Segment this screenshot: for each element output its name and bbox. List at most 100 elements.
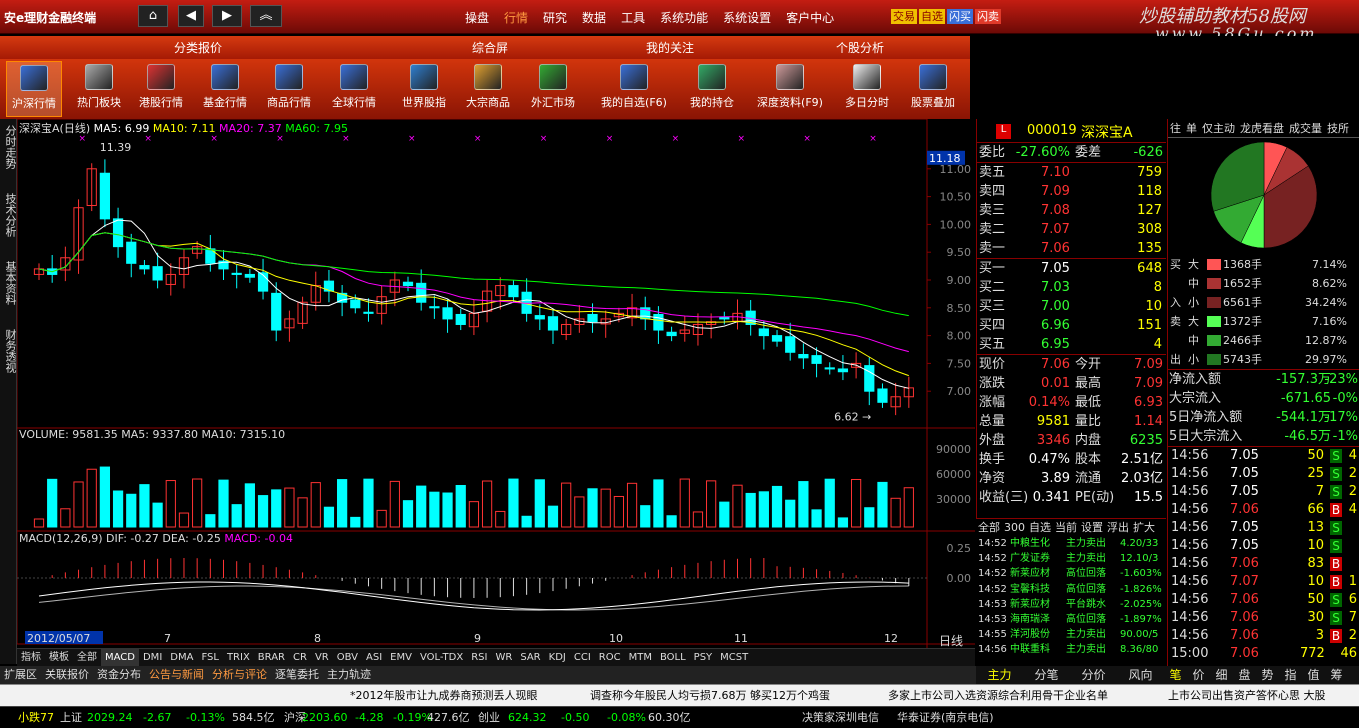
indicator-tab[interactable]: 全部 xyxy=(73,649,101,666)
flash-buy-button[interactable]: 闪买 xyxy=(947,9,973,24)
menu-item-system-functions[interactable]: 系统功能 xyxy=(660,11,708,25)
event-marker[interactable]: × xyxy=(79,134,87,144)
indicator-tab[interactable]: VR xyxy=(311,649,333,666)
quote-bottom-tab[interactable]: 分价 xyxy=(1070,666,1117,684)
indicator-tab[interactable]: VOL-TDX xyxy=(416,649,467,666)
tab-fundamentals[interactable]: 基本资料 xyxy=(2,261,18,323)
bid-row[interactable]: 买一 7.05 648 xyxy=(977,259,1166,278)
bottom-nav-item[interactable]: 扩展区 xyxy=(4,668,37,681)
monitor-row[interactable]: 14:52 中粮生化 主力卖出 4.20/33 xyxy=(976,536,1166,551)
monitor-tab[interactable]: 浮出 xyxy=(1107,521,1129,534)
indicator-tab[interactable]: CCI xyxy=(570,649,595,666)
bottom-nav-item[interactable]: 关联报价 xyxy=(45,668,89,681)
right-bottom-tab[interactable]: 值 xyxy=(1302,666,1325,684)
indicator-tab[interactable]: FSL xyxy=(197,649,223,666)
event-marker[interactable]: × xyxy=(606,134,614,144)
right-bottom-tab[interactable]: 盘 xyxy=(1233,666,1256,684)
monitor-row[interactable]: 14:52 新莱应材 高位回落 -1.603% xyxy=(976,566,1166,581)
ask-row[interactable]: 卖一 7.06 135 xyxy=(977,239,1166,258)
indicator-tab[interactable]: BOLL xyxy=(656,649,690,666)
event-marker[interactable]: × xyxy=(672,134,680,144)
menu-item-quotes[interactable]: 行情 xyxy=(504,11,528,25)
news-item[interactable]: 上市公司出售资产答怀心思 大股 xyxy=(1168,685,1326,706)
menu-item-system-settings[interactable]: 系统设置 xyxy=(723,11,771,25)
ask-row[interactable]: 卖三 7.08 127 xyxy=(977,201,1166,220)
event-marker[interactable]: × xyxy=(737,134,745,144)
indicator-tab[interactable]: SAR xyxy=(516,649,544,666)
category-composite[interactable]: 综合屏 xyxy=(472,39,508,56)
bottom-nav-item[interactable]: 资金分布 xyxy=(97,668,141,681)
flow-tab[interactable]: 龙虎看盘 xyxy=(1240,122,1284,135)
bottom-nav-item[interactable]: 逐笔委托 xyxy=(275,668,319,681)
toolbar-chart-window-4[interactable]: 商品行情 xyxy=(260,61,318,117)
toolbar-currency-8[interactable]: 外汇市场 xyxy=(524,61,582,117)
tab-technical[interactable]: 技术分析 xyxy=(2,193,18,255)
indicator-tab[interactable]: RSI xyxy=(467,649,491,666)
event-marker[interactable]: × xyxy=(474,134,482,144)
toolbar-document-11[interactable]: 深度资料(F9) xyxy=(752,61,828,117)
monitor-tab[interactable]: 全部 xyxy=(978,521,1000,534)
forward-button[interactable]: ▶ xyxy=(212,5,242,27)
event-marker[interactable]: × xyxy=(276,134,284,144)
indicator-tab[interactable]: 模板 xyxy=(45,649,73,666)
up-button[interactable]: ︽ xyxy=(250,5,282,27)
indicator-tab[interactable]: CR xyxy=(289,649,311,666)
event-marker[interactable]: × xyxy=(869,134,877,144)
menu-item-data[interactable]: 数据 xyxy=(582,11,606,25)
indicator-tab[interactable]: MTM xyxy=(625,649,656,666)
monitor-tab[interactable]: 设置 xyxy=(1081,521,1103,534)
ask-row[interactable]: 卖二 7.07 308 xyxy=(977,220,1166,239)
right-bottom-tab[interactable]: 价 xyxy=(1187,666,1210,684)
indicator-tab[interactable]: OBV xyxy=(333,649,362,666)
monitor-row[interactable]: 14:56 中联重科 主力卖出 8.36/80 xyxy=(976,642,1166,657)
bottom-nav-item[interactable]: 主力轨迹 xyxy=(327,668,371,681)
monitor-tab[interactable]: 自选 xyxy=(1029,521,1051,534)
bottom-nav-item[interactable]: 分析与评论 xyxy=(212,668,267,681)
news-item[interactable]: *2012年股市让九成券商预测丢人现眼 xyxy=(350,685,538,706)
bid-row[interactable]: 买三 7.00 10 xyxy=(977,297,1166,316)
monitor-tab[interactable]: 300 xyxy=(1004,521,1025,534)
tab-intraday[interactable]: 分时走势 xyxy=(2,125,18,187)
right-bottom-tab[interactable]: 细 xyxy=(1210,666,1233,684)
event-marker[interactable]: × xyxy=(540,134,548,144)
news-item[interactable]: 多家上市公司入选资源综合利用骨干企业名单 xyxy=(888,685,1108,706)
quote-bottom-tab[interactable]: 主力 xyxy=(976,666,1023,684)
monitor-row[interactable]: 14:53 海南瑞泽 高位回落 -1.897% xyxy=(976,612,1166,627)
chart-canvas[interactable]: 深深宝A(日线) MA5: 6.99 MA10: 7.11 MA20: 7.37… xyxy=(17,119,975,664)
menu-item-trade[interactable]: 操盘 xyxy=(465,11,489,25)
menu-item-tools[interactable]: 工具 xyxy=(621,11,645,25)
event-marker[interactable]: × xyxy=(342,134,350,144)
flow-tab[interactable]: 单 xyxy=(1186,122,1197,135)
indicator-tab[interactable]: DMA xyxy=(166,649,197,666)
toolbar-refresh-10[interactable]: 我的持仓 xyxy=(682,61,742,117)
indicator-tab[interactable]: 指标 xyxy=(17,649,45,666)
flash-sell-button[interactable]: 闪卖 xyxy=(975,9,1001,24)
indicator-tab[interactable]: KDJ xyxy=(545,649,570,666)
status-item[interactable]: 决策家深圳电信 xyxy=(802,707,879,728)
right-bottom-tab[interactable]: 指 xyxy=(1279,666,1302,684)
bid-row[interactable]: 买五 6.95 4 xyxy=(977,335,1166,354)
monitor-tab[interactable]: 扩大 xyxy=(1133,521,1155,534)
toolbar-calendar-12[interactable]: 多日分时 xyxy=(838,61,896,117)
toolbar-funnel-1[interactable]: 热门板块 xyxy=(70,61,128,117)
flow-tab[interactable]: 成交量 xyxy=(1289,122,1322,135)
right-bottom-tab[interactable]: 势 xyxy=(1256,666,1279,684)
bid-row[interactable]: 买二 7.03 8 xyxy=(977,278,1166,297)
indicator-tab[interactable]: PSY xyxy=(690,649,717,666)
menu-item-customer-center[interactable]: 客户中心 xyxy=(786,11,834,25)
indicator-tab[interactable]: TRIX xyxy=(223,649,254,666)
toolbar-box-7[interactable]: 大宗商品 xyxy=(460,61,516,117)
indicator-tab[interactable]: ROC xyxy=(595,649,625,666)
news-item[interactable]: 调查称今年股民人均亏损7.68万 够买12万个鸡蛋 xyxy=(590,685,830,706)
period-label[interactable]: 日线 xyxy=(939,634,963,648)
quote-bottom-tab[interactable]: 风向 xyxy=(1117,666,1164,684)
event-marker[interactable]: × xyxy=(144,134,152,144)
event-marker[interactable]: × xyxy=(803,134,811,144)
status-item[interactable]: 华泰证券(南京电信) xyxy=(897,707,994,728)
watchlist-quick-button[interactable]: 自选 xyxy=(919,9,945,24)
indicator-tab[interactable]: DMI xyxy=(139,649,166,666)
home-button[interactable]: ⌂ xyxy=(138,5,168,27)
monitor-tab[interactable]: 当前 xyxy=(1055,521,1077,534)
menu-item-research[interactable]: 研究 xyxy=(543,11,567,25)
category-stock-analysis[interactable]: 个股分析 xyxy=(836,39,884,56)
